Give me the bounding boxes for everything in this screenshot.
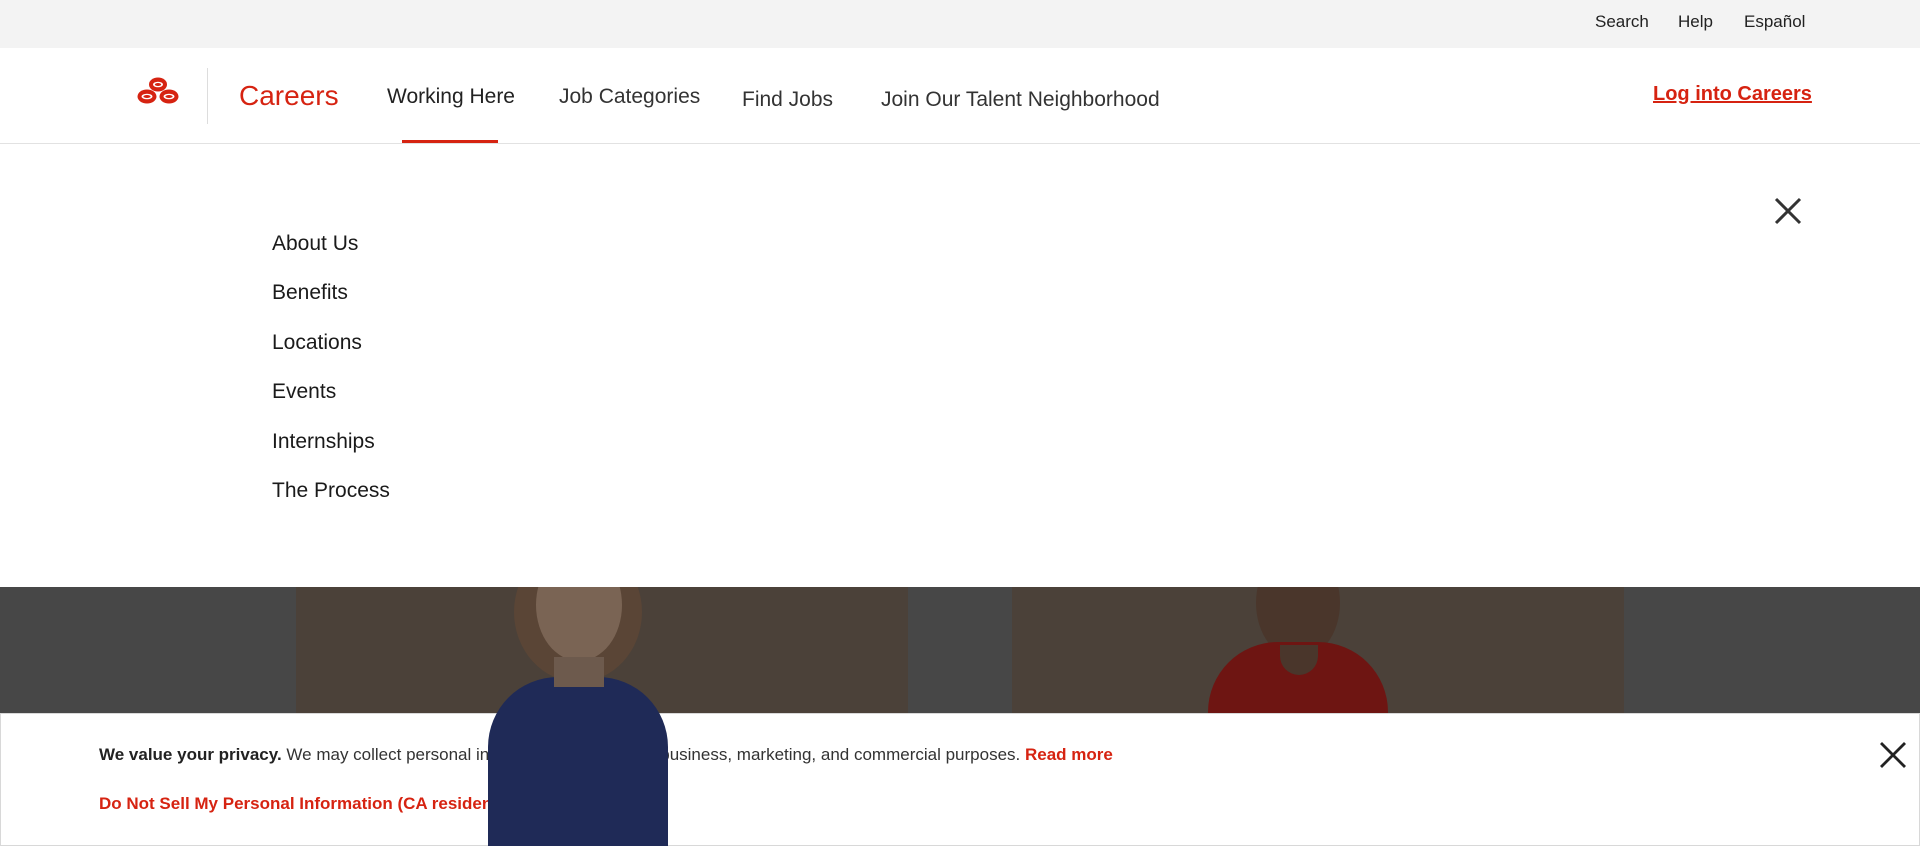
- close-icon[interactable]: [1773, 196, 1803, 226]
- utility-espanol-link[interactable]: Español: [1744, 12, 1805, 32]
- careers-brand-link[interactable]: Careers: [239, 80, 339, 112]
- working-here-dropdown: About Us Benefits Locations Events Inter…: [0, 144, 1920, 587]
- privacy-banner: We value your privacy. We may collect pe…: [0, 713, 1920, 846]
- active-nav-indicator: [402, 140, 498, 143]
- utility-help-link[interactable]: Help: [1678, 12, 1713, 32]
- submenu-events[interactable]: Events: [272, 380, 336, 404]
- submenu-internships[interactable]: Internships: [272, 430, 375, 454]
- submenu-the-process[interactable]: The Process: [272, 479, 390, 503]
- nav-talent-neighborhood[interactable]: Join Our Talent Neighborhood: [881, 88, 1160, 112]
- privacy-lead: We value your privacy.: [99, 745, 282, 764]
- submenu-locations[interactable]: Locations: [272, 331, 362, 355]
- nav-job-categories[interactable]: Job Categories: [559, 85, 700, 109]
- close-icon[interactable]: [1879, 741, 1907, 769]
- utility-search-link[interactable]: Search: [1595, 12, 1649, 32]
- do-not-sell-link[interactable]: Do Not Sell My Personal Information (CA …: [99, 794, 553, 814]
- utility-bar: Search Help Español: [0, 0, 1920, 48]
- read-more-link[interactable]: Read more: [1025, 745, 1113, 764]
- nav-find-jobs[interactable]: Find Jobs: [742, 88, 833, 112]
- submenu-about-us[interactable]: About Us: [272, 232, 358, 256]
- logo-divider: [207, 68, 208, 124]
- nav-working-here[interactable]: Working Here: [387, 85, 515, 109]
- submenu-benefits[interactable]: Benefits: [272, 281, 348, 305]
- login-link[interactable]: Log into Careers: [1653, 83, 1812, 106]
- three-ovals-logo-icon[interactable]: [136, 76, 180, 106]
- main-header: Careers Working Here Job Categories Find…: [0, 48, 1920, 144]
